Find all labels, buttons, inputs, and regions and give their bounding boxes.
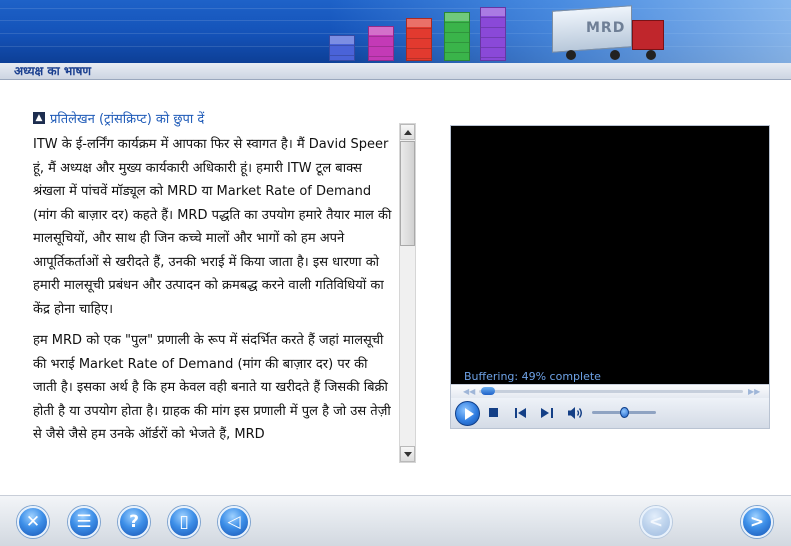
- transcript-button[interactable]: ▯: [168, 506, 200, 538]
- banner-cube: [329, 35, 355, 61]
- hide-transcript-label: प्रतिलेखन (ट्रांसक्रिप्ट) को छुपा दें: [50, 112, 205, 127]
- video-screen[interactable]: [451, 126, 769, 384]
- scroll-up-button[interactable]: [400, 124, 415, 140]
- section-title: अध्यक्ष का भाषण: [14, 64, 92, 78]
- chevron-right-icon: >: [749, 512, 765, 532]
- buffering-status: Buffering: 49% complete: [464, 370, 601, 383]
- film-strip-icon: ▯: [179, 512, 189, 532]
- seek-forward-icon: ▶▶: [748, 387, 761, 396]
- seek-handle[interactable]: [481, 387, 495, 395]
- previous-button[interactable]: [515, 408, 527, 418]
- transcript-text: ITW के ई-लर्निंग कार्यक्रम में आपका फिर …: [33, 133, 393, 463]
- speaker-icon: ◁: [227, 512, 241, 532]
- play-button[interactable]: [455, 401, 480, 426]
- truck-cab: [632, 20, 664, 50]
- back-button[interactable]: <: [640, 506, 672, 538]
- course-window: MRD अध्यक्ष का भाषण ▲ प्रतिलेखन (ट्रांसक…: [0, 0, 791, 546]
- seek-back-icon: ◀◀: [463, 387, 476, 396]
- next-button[interactable]: [541, 408, 553, 418]
- scroll-thumb[interactable]: [400, 141, 415, 246]
- exit-button[interactable]: ✕: [17, 506, 49, 538]
- close-icon: ✕: [25, 512, 41, 532]
- stop-button[interactable]: [489, 408, 498, 417]
- help-button[interactable]: ?: [118, 506, 150, 538]
- section-title-bar: अध्यक्ष का भाषण: [0, 63, 791, 80]
- header-banner: MRD: [0, 0, 791, 63]
- play-icon: [465, 408, 474, 420]
- transcript-paragraph: ITW के ई-लर्निंग कार्यक्रम में आपका फिर …: [33, 137, 392, 317]
- scroll-down-button[interactable]: [400, 446, 415, 462]
- next-button[interactable]: >: [741, 506, 773, 538]
- collapse-icon: ▲: [33, 112, 45, 124]
- truck-logo-text: MRD: [586, 20, 626, 36]
- seek-bar[interactable]: ◀◀ ▶▶: [451, 384, 769, 398]
- audio-button[interactable]: ◁: [218, 506, 250, 538]
- tree-menu-icon: ☰: [76, 512, 92, 532]
- navigation-bar: ✕ ☰ ? ▯ ◁ < >: [0, 495, 791, 546]
- player-controls: [451, 398, 769, 428]
- question-icon: ?: [129, 512, 139, 532]
- banner-cube: [368, 26, 394, 61]
- volume-handle[interactable]: [620, 407, 629, 418]
- banner-cube: [480, 7, 506, 61]
- menu-button[interactable]: ☰: [68, 506, 100, 538]
- speaker-icon[interactable]: [567, 406, 583, 420]
- hide-transcript-link[interactable]: ▲ प्रतिलेखन (ट्रांसक्रिप्ट) को छुपा दें: [33, 109, 204, 127]
- video-player: Buffering: 49% complete ◀◀ ▶▶: [450, 125, 770, 429]
- seek-track[interactable]: [479, 390, 743, 393]
- banner-cube: [444, 12, 470, 61]
- chevron-left-icon: <: [648, 512, 664, 532]
- transcript-paragraph: हम MRD को एक "पुल" प्रणाली के रूप में सं…: [33, 333, 391, 442]
- banner-cube: [406, 18, 432, 61]
- transcript-scrollbar[interactable]: [399, 123, 416, 463]
